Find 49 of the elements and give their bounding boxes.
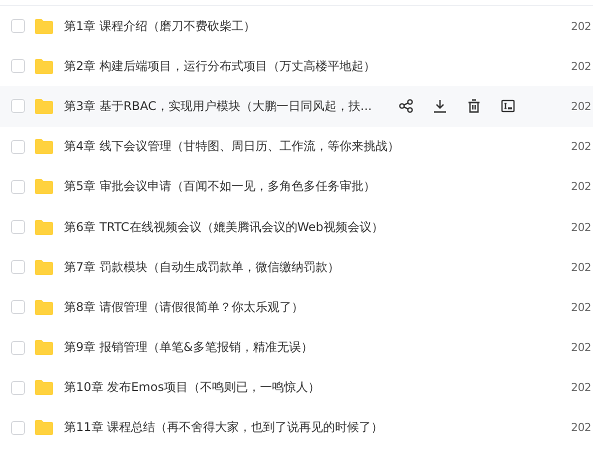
checkbox[interactable]	[11, 380, 25, 395]
folder-icon	[34, 419, 54, 436]
rename-icon[interactable]	[501, 99, 515, 114]
checkbox[interactable]	[11, 99, 25, 114]
folder-name[interactable]: 第11章 课程总结（再不舍得大家，也到了说再见的时候了）	[64, 419, 384, 436]
modified-date: 202	[571, 220, 592, 234]
modified-date: 202	[571, 100, 592, 113]
folder-name[interactable]: 第9章 报销管理（单笔&多笔报销，精准无误）	[64, 339, 313, 356]
modified-date: 202	[571, 300, 592, 314]
file-row[interactable]: 第3章 基于RBAC，实现用户模块（大鹏一日同风起，扶... 202	[0, 86, 593, 127]
download-icon[interactable]	[433, 99, 447, 114]
modified-date: 202	[571, 381, 592, 394]
checkbox[interactable]	[11, 19, 25, 34]
folder-icon	[34, 298, 54, 316]
modified-date: 202	[571, 60, 592, 73]
folder-name[interactable]: 第3章 基于RBAC，实现用户模块（大鹏一日同风起，扶...	[64, 98, 372, 115]
checkbox[interactable]	[11, 340, 25, 355]
checkbox[interactable]	[11, 300, 25, 314]
folder-icon	[34, 258, 54, 276]
checkbox[interactable]	[11, 59, 25, 74]
folder-icon	[34, 18, 54, 35]
checkbox[interactable]	[11, 420, 25, 435]
folder-icon	[34, 218, 54, 236]
share-icon[interactable]	[399, 99, 413, 114]
folder-icon	[34, 339, 54, 356]
folder-name[interactable]: 第7章 罚款模块（自动生成罚款单，微信缴纳罚款）	[64, 258, 340, 276]
delete-icon[interactable]	[467, 99, 481, 114]
modified-date: 202	[571, 180, 592, 194]
folder-name[interactable]: 第6章 TRTC在线视频会议（媲美腾讯会议的Web视频会议）	[64, 218, 384, 236]
folder-icon	[34, 58, 54, 75]
folder-icon	[34, 138, 54, 156]
folder-name[interactable]: 第10章 发布Emos项目（不鸣则已，一鸣惊人）	[64, 379, 320, 396]
modified-date: 202	[571, 421, 592, 434]
checkbox[interactable]	[11, 180, 25, 194]
modified-date: 202	[571, 260, 592, 274]
modified-date: 202	[571, 140, 592, 154]
folder-name[interactable]: 第2章 构建后端项目，运行分布式项目（万丈高楼平地起）	[64, 58, 376, 75]
folder-name[interactable]: 第5章 审批会议申请（百闻不如一见，多角色多任务审批）	[64, 178, 376, 196]
modified-date: 202	[571, 20, 592, 33]
folder-name[interactable]: 第1章 课程介绍（磨刀不费砍柴工）	[64, 18, 256, 35]
folder-icon	[34, 178, 54, 196]
checkbox[interactable]	[11, 140, 25, 154]
folder-name[interactable]: 第4章 线下会议管理（甘特图、周日历、工作流，等你来挑战）	[64, 138, 400, 156]
checkbox[interactable]	[11, 260, 25, 274]
folder-name[interactable]: 第8章 请假管理（请假很简单？你太乐观了）	[64, 298, 304, 316]
modified-date: 202	[571, 341, 592, 354]
checkbox[interactable]	[11, 220, 25, 234]
folder-icon	[34, 98, 54, 115]
folder-icon	[34, 379, 54, 396]
